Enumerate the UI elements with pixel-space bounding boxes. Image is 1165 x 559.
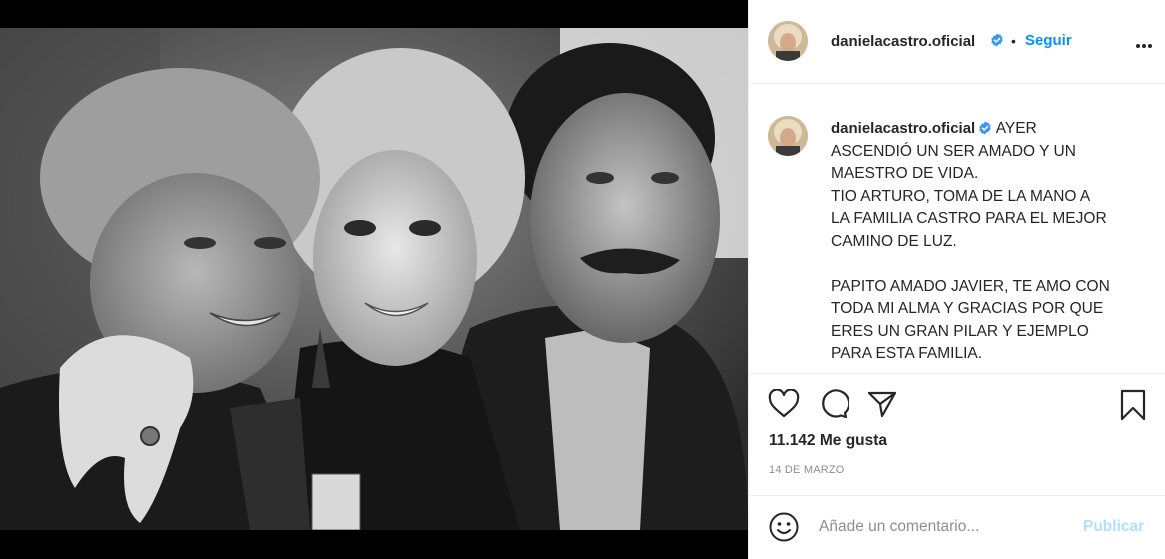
more-options-icon[interactable] [1135, 36, 1153, 54]
paper-plane-icon[interactable] [867, 389, 897, 424]
emoji-icon[interactable] [768, 511, 800, 548]
avatar-image [768, 116, 808, 156]
comment-form: Publicar [749, 495, 1165, 559]
post-caption: danielacastro.oficial AYER ASCENDIÓ UN S… [749, 84, 1165, 374]
post-media[interactable] [0, 0, 748, 559]
heart-icon[interactable] [768, 388, 800, 424]
comment-icon[interactable] [817, 389, 851, 424]
photo-illustration [0, 28, 748, 530]
caption-username[interactable]: danielacastro.oficial [831, 120, 975, 137]
post-date[interactable]: 14 DE MARZO [769, 464, 845, 476]
caption-text: danielacastro.oficial AYER ASCENDIÓ UN S… [831, 118, 1131, 366]
follow-button[interactable]: Seguir [1025, 32, 1072, 49]
bookmark-icon[interactable] [1119, 389, 1147, 426]
caption-body: AYER ASCENDIÓ UN SER AMADO Y UN MAESTRO … [831, 120, 1110, 362]
header-separator: • [1011, 33, 1016, 49]
avatar[interactable] [768, 21, 808, 61]
verified-badge-icon [975, 120, 992, 137]
comment-input[interactable] [819, 514, 1069, 540]
publish-button[interactable]: Publicar [1083, 518, 1144, 536]
header-username[interactable]: danielacastro.oficial [831, 33, 975, 50]
caption-avatar[interactable] [768, 116, 808, 156]
post-side-panel: danielacastro.oficial • Seguir danielaca… [748, 0, 1165, 559]
post-actions [749, 385, 1165, 425]
post-photo[interactable] [0, 28, 748, 530]
verified-badge-icon [987, 32, 1004, 50]
post-header: danielacastro.oficial • Seguir [749, 0, 1165, 84]
likes-count[interactable]: 11.142 Me gusta [769, 432, 887, 450]
avatar-image [768, 21, 808, 61]
